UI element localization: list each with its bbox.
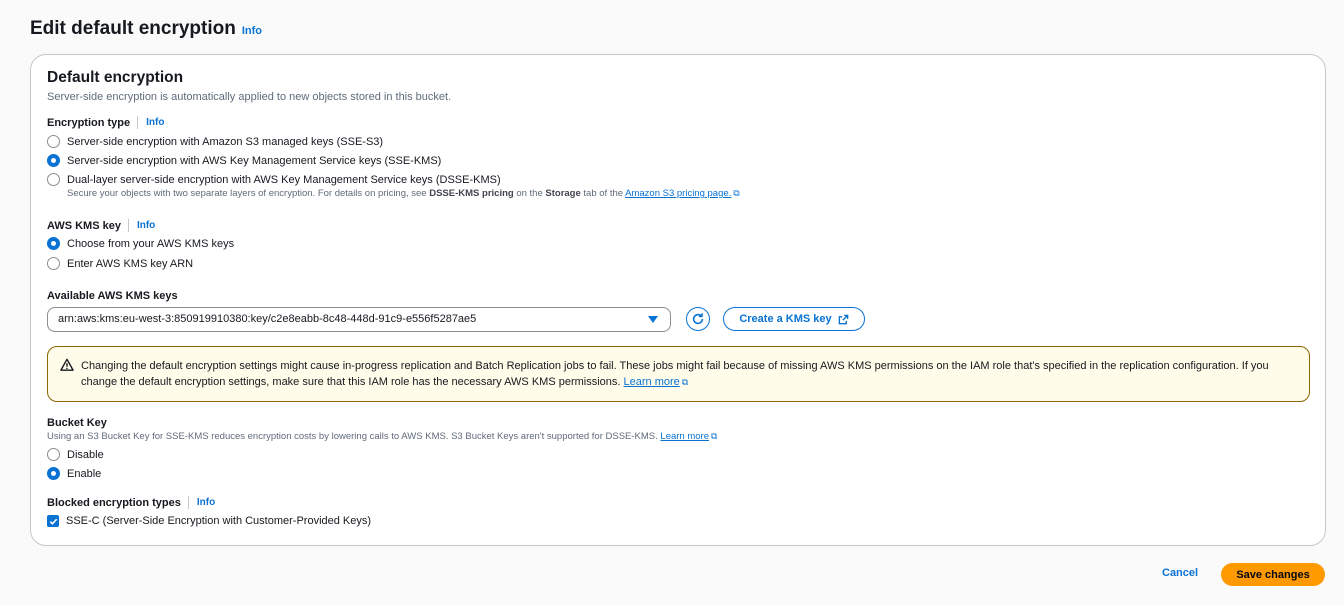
checkmark-icon <box>49 518 57 525</box>
radio-button[interactable] <box>47 237 60 250</box>
radio-button[interactable] <box>47 467 60 480</box>
radio-button[interactable] <box>47 135 60 148</box>
encryption-type-info-link[interactable]: Info <box>146 117 164 128</box>
radio-button[interactable] <box>47 448 60 461</box>
radio-choose-kms-key[interactable]: Choose from your AWS KMS keys <box>47 237 234 250</box>
cancel-button[interactable]: Cancel <box>1162 567 1198 579</box>
page-title-text: Edit default encryption <box>30 18 236 39</box>
sse-c-checkbox-row[interactable]: SSE-C (Server-Side Encryption with Custo… <box>47 515 371 527</box>
external-link-icon: ⧉ <box>711 431 718 441</box>
radio-dsse-kms[interactable]: Dual-layer server-side encryption with A… <box>47 173 501 186</box>
panel-title: Default encryption <box>47 69 184 86</box>
page-info-link[interactable]: Info <box>242 25 262 37</box>
external-link-icon: ⧉ <box>733 188 740 198</box>
kms-key-label: AWS KMS key Info <box>47 219 156 232</box>
external-link-icon <box>838 314 848 324</box>
sse-c-checkbox[interactable] <box>47 515 59 527</box>
available-kms-keys-label: Available AWS KMS keys <box>47 290 178 302</box>
radio-sse-kms[interactable]: Server-side encryption with AWS Key Mana… <box>47 154 441 167</box>
blocked-types-info-link[interactable]: Info <box>197 497 215 508</box>
radio-button[interactable] <box>47 173 60 186</box>
bucket-key-label: Bucket Key <box>47 417 107 429</box>
kms-key-info-link[interactable]: Info <box>137 220 155 231</box>
default-encryption-panel: Default encryption Server-side encryptio… <box>30 54 1326 546</box>
s3-pricing-link[interactable]: Amazon S3 pricing page. <box>625 188 731 199</box>
dsse-kms-hint: Secure your objects with two separate la… <box>67 188 740 199</box>
caret-down-icon <box>648 316 658 323</box>
refresh-button[interactable] <box>686 307 710 331</box>
panel-description: Server-side encryption is automatically … <box>47 91 452 103</box>
radio-enter-kms-arn[interactable]: Enter AWS KMS key ARN <box>47 257 193 270</box>
radio-button[interactable] <box>47 257 60 270</box>
radio-sse-s3[interactable]: Server-side encryption with Amazon S3 ma… <box>47 135 383 148</box>
encryption-type-label: Encryption type Info <box>47 116 165 129</box>
radio-bucket-key-disable[interactable]: Disable <box>47 448 104 461</box>
warning-alert: Changing the default encryption settings… <box>47 346 1310 402</box>
refresh-icon <box>692 313 704 325</box>
bucket-key-learn-more-link[interactable]: Learn more <box>660 431 709 442</box>
create-kms-key-button[interactable]: Create a KMS key <box>723 307 865 331</box>
kms-key-select[interactable]: arn:aws:kms:eu-west-3:850919910380:key/c… <box>47 307 671 332</box>
radio-bucket-key-enable[interactable]: Enable <box>47 467 101 480</box>
external-link-icon: ⧉ <box>681 377 689 387</box>
page-title: Edit default encryption Info <box>30 18 262 40</box>
blocked-types-label: Blocked encryption types Info <box>47 496 216 509</box>
bucket-key-description: Using an S3 Bucket Key for SSE-KMS reduc… <box>47 431 718 442</box>
kms-key-select-value: arn:aws:kms:eu-west-3:850919910380:key/c… <box>58 313 477 325</box>
warning-icon <box>60 358 74 371</box>
alert-learn-more-link[interactable]: Learn more <box>624 376 680 388</box>
save-changes-button[interactable]: Save changes <box>1221 563 1325 586</box>
radio-button[interactable] <box>47 154 60 167</box>
